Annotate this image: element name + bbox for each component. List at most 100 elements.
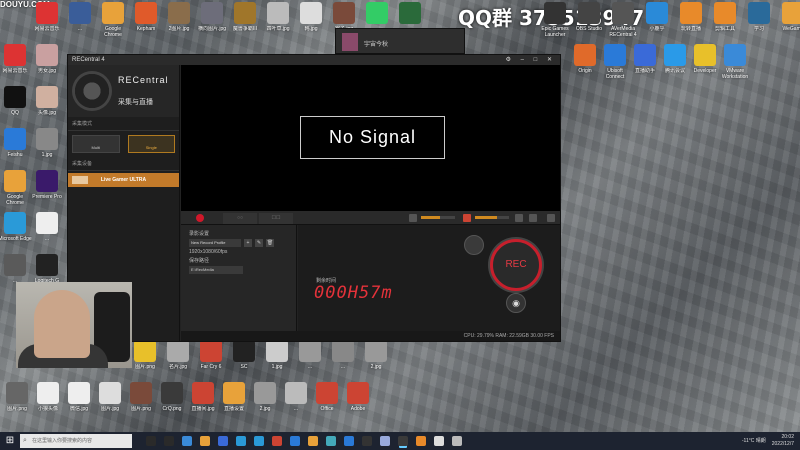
desktop-icon[interactable]: 1.jpg bbox=[30, 128, 64, 164]
desktop-icon[interactable]: Developer bbox=[688, 44, 722, 80]
desktop-icon[interactable]: 图片.png bbox=[124, 382, 158, 418]
device-item[interactable]: Live Gamer ULTRA bbox=[68, 173, 179, 187]
desktop-icon[interactable]: 四叶草.jpg bbox=[261, 2, 295, 38]
taskbar-app-icon[interactable] bbox=[272, 436, 282, 446]
audio-in-slider[interactable] bbox=[421, 216, 455, 219]
desktop-icon[interactable]: OBS Studio bbox=[572, 2, 606, 38]
screenshot-icon[interactable] bbox=[515, 214, 523, 222]
desktop-icon[interactable]: 1.jpg bbox=[260, 340, 294, 376]
taskbar-app-icon[interactable] bbox=[218, 436, 228, 446]
desktop-icon[interactable]: 图片.png bbox=[128, 340, 162, 376]
desktop-icon[interactable]: 玩转直播 bbox=[674, 2, 708, 38]
desktop-icon[interactable]: 图片.png bbox=[0, 382, 34, 418]
windows-start-icon[interactable]: ⊞ bbox=[0, 432, 20, 450]
desktop-icon[interactable]: 直播设置 bbox=[217, 382, 251, 418]
desktop-icon[interactable]: 2图片.jpg bbox=[162, 2, 196, 38]
taskbar-app-icon[interactable] bbox=[182, 436, 192, 446]
taskbar-app-icon[interactable] bbox=[290, 436, 300, 446]
desktop-icon[interactable]: 小狼头像 bbox=[31, 382, 65, 418]
desktop-icon[interactable]: Office bbox=[310, 382, 344, 418]
desktop-icon[interactable]: Far Cry 6 bbox=[194, 340, 228, 376]
edit-profile-button[interactable]: ✎ bbox=[255, 239, 263, 247]
desktop-icon[interactable]: Microsoft Edge bbox=[0, 212, 32, 248]
desktop-icon[interactable]: Epic Games Launcher bbox=[538, 2, 572, 38]
desktop-icon[interactable]: Premiere Pro bbox=[30, 170, 64, 206]
volume-icon[interactable] bbox=[463, 214, 471, 222]
camera-icon[interactable]: ◉ bbox=[506, 293, 526, 313]
desktop-icon[interactable]: 图片.jpg bbox=[93, 382, 127, 418]
taskbar-app-icon[interactable] bbox=[452, 436, 462, 446]
desktop-icon[interactable]: Google Chrome bbox=[96, 2, 130, 38]
taskbar-app-icon[interactable] bbox=[164, 436, 174, 446]
desktop-icon[interactable]: 微信.jpg bbox=[62, 382, 96, 418]
desktop-icon[interactable]: 网易云音乐 bbox=[30, 2, 64, 38]
tab-stream[interactable]: ○○ bbox=[223, 213, 257, 224]
add-profile-button[interactable]: + bbox=[244, 239, 252, 247]
adjust-icon[interactable] bbox=[529, 214, 537, 222]
taskbar-app-icon[interactable] bbox=[416, 436, 426, 446]
record-indicator-icon[interactable] bbox=[196, 214, 204, 222]
minimize-icon[interactable]: – bbox=[521, 57, 528, 63]
desktop-icon[interactable]: 横向图片.jpg bbox=[195, 2, 229, 38]
desktop-icon[interactable]: 2.jpg bbox=[359, 340, 393, 376]
tab-layout[interactable]: ☐☐ bbox=[259, 213, 293, 224]
desktop-icon[interactable]: 魔兽争霸III bbox=[228, 2, 262, 38]
taskbar-app-icon[interactable] bbox=[380, 436, 390, 446]
desktop-icon[interactable]: 学习 bbox=[742, 2, 776, 38]
settings-icon[interactable]: ⚙ bbox=[506, 57, 515, 63]
taskbar-app-icon[interactable] bbox=[344, 436, 354, 446]
taskbar-search-input[interactable]: 在这里输入你要搜索的内容 bbox=[20, 434, 132, 448]
desktop-icon[interactable]: Feishu bbox=[0, 128, 32, 164]
desktop-icon[interactable]: 直播助手 bbox=[628, 44, 662, 80]
taskbar-app-icon[interactable] bbox=[362, 436, 372, 446]
desktop-icon[interactable]: ... bbox=[326, 340, 360, 376]
desktop-icon[interactable]: 网易云音乐 bbox=[0, 44, 32, 80]
desktop-icon[interactable]: AVerMedia RECentral 4 bbox=[606, 2, 640, 38]
taskbar-app-icon[interactable] bbox=[146, 436, 156, 446]
taskbar-app-icon[interactable] bbox=[236, 436, 246, 446]
desktop-icon[interactable]: 韩.jpg bbox=[294, 2, 328, 38]
taskbar-app-icon[interactable] bbox=[308, 436, 318, 446]
audio-out-slider[interactable] bbox=[475, 216, 509, 219]
mode-single-button[interactable]: Single bbox=[127, 135, 175, 153]
weather-text[interactable]: -11°C 晴朗 bbox=[742, 438, 766, 445]
desktop-icon[interactable]: Origin bbox=[568, 44, 602, 80]
desktop-icon[interactable]: Ubisoft Connect bbox=[598, 44, 632, 80]
desktop-icon[interactable]: CrQ.png bbox=[155, 382, 189, 418]
desktop-icon[interactable]: 2.jpg bbox=[248, 382, 282, 418]
close-icon[interactable]: ✕ bbox=[547, 57, 556, 63]
stream-button[interactable] bbox=[464, 235, 484, 255]
desktop-icon[interactable]: 腾讯会议 bbox=[658, 44, 692, 80]
desktop-icon[interactable]: ... bbox=[279, 382, 313, 418]
desktop-icon[interactable]: 小鹿乎 bbox=[640, 2, 674, 38]
taskbar-app-icon[interactable] bbox=[254, 436, 264, 446]
profile-select[interactable]: New Record Profile bbox=[189, 239, 241, 247]
desktop-icon[interactable]: 剪辑工具 bbox=[708, 2, 742, 38]
taskbar-app-icon[interactable] bbox=[200, 436, 210, 446]
taskbar-app-icon[interactable] bbox=[326, 436, 336, 446]
desktop-icon[interactable]: WeGame bbox=[776, 2, 800, 38]
delete-profile-button[interactable]: 🗑 bbox=[266, 239, 274, 247]
music-mini-window[interactable]: 宇宙今秋 bbox=[335, 28, 465, 54]
desktop-icon[interactable]: 直播间.jpg bbox=[186, 382, 220, 418]
desktop-icon[interactable]: QQ bbox=[0, 86, 32, 122]
taskbar-app-icon[interactable] bbox=[434, 436, 444, 446]
mic-icon[interactable] bbox=[409, 214, 417, 222]
desktop-icon[interactable]: Adobe bbox=[341, 382, 375, 418]
window-titlebar[interactable]: RECentral 4 ⚙ – □ ✕ bbox=[68, 55, 560, 65]
desktop-icon[interactable]: ... bbox=[30, 212, 64, 248]
mode-multi-button[interactable]: Multi bbox=[72, 135, 120, 153]
desktop-icon[interactable]: Kepham bbox=[129, 2, 163, 38]
desktop-icon[interactable]: 头像.jpg bbox=[30, 86, 64, 122]
desktop-icon[interactable]: 男女.jpg bbox=[30, 44, 64, 80]
save-path-field[interactable]: E:\RecMedia bbox=[189, 266, 243, 274]
fullscreen-icon[interactable] bbox=[547, 214, 555, 222]
clock[interactable]: 20:02 2022/12/7 bbox=[772, 434, 794, 448]
desktop-icon[interactable]: ... bbox=[293, 340, 327, 376]
desktop-icon[interactable]: SC bbox=[227, 340, 261, 376]
taskbar-app-icon[interactable] bbox=[398, 436, 408, 446]
desktop-icon[interactable]: VMware Workstation bbox=[718, 44, 752, 80]
desktop-icon[interactable]: 名片.jpg bbox=[161, 340, 195, 376]
maximize-icon[interactable]: □ bbox=[534, 57, 542, 63]
record-button[interactable]: REC bbox=[490, 239, 542, 291]
